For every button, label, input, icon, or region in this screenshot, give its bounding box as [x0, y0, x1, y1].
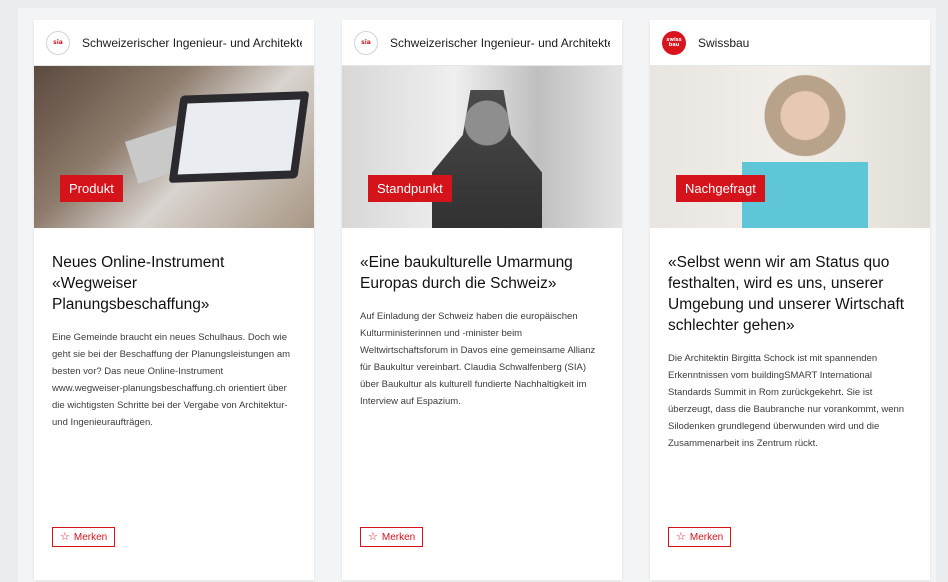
card-body: Neues Online-Instrument «Wegweiser Planu…	[34, 228, 314, 431]
card-body: «Eine baukulturelle Umarmung Europas dur…	[342, 228, 622, 410]
category-badge: Nachgefragt	[676, 175, 765, 202]
merken-button[interactable]: ☆ Merken	[52, 527, 116, 547]
article-card[interactable]: swiss bau Swissbau Nachgefragt «Selbst w…	[650, 20, 930, 580]
merken-label: Merken	[73, 531, 108, 543]
card-header: sia Schweizerischer Ingenieur- und Archi…	[342, 20, 622, 66]
card-body: «Selbst wenn wir am Status quo festhalte…	[650, 228, 930, 452]
card-source: Swissbau	[698, 35, 750, 50]
card-title[interactable]: «Selbst wenn wir am Status quo festhalte…	[668, 252, 912, 336]
merken-label: Merken	[689, 531, 724, 543]
card-source: Schweizerischer Ingenieur- und Architekt…	[390, 35, 610, 50]
merken-button[interactable]: ☆ Merken	[668, 527, 732, 547]
category-badge: Standpunkt	[368, 175, 452, 202]
person-image-shape	[432, 90, 542, 228]
article-card[interactable]: sia Schweizerischer Ingenieur- und Archi…	[342, 20, 622, 580]
person-image-shape	[742, 74, 868, 228]
card-text: Die Architektin Birgitta Schock ist mit …	[668, 353, 905, 449]
sia-logo-icon: sia	[46, 30, 70, 55]
merken-label: Merken	[381, 531, 416, 543]
star-icon: ☆	[676, 530, 686, 543]
merken-button[interactable]: ☆ Merken	[360, 527, 424, 547]
swissbau-logo-icon: swiss bau	[662, 30, 686, 55]
laptop-screen	[177, 99, 301, 175]
card-image[interactable]: Produkt	[34, 66, 314, 228]
article-card[interactable]: sia Schweizerischer Ingenieur- und Archi…	[34, 20, 314, 580]
laptop-image-shape	[168, 91, 310, 183]
card-image[interactable]: Nachgefragt	[650, 66, 930, 228]
card-header: swiss bau Swissbau	[650, 20, 930, 66]
card-source: Schweizerischer Ingenieur- und Architekt…	[82, 35, 302, 50]
star-icon: ☆	[368, 530, 378, 543]
sia-logo-icon: sia	[354, 30, 378, 55]
card-image[interactable]: Standpunkt	[342, 66, 622, 228]
card-header: sia Schweizerischer Ingenieur- und Archi…	[34, 20, 314, 66]
card-text: Eine Gemeinde braucht ein neues Schulhau…	[52, 332, 291, 428]
star-icon: ☆	[60, 530, 70, 543]
category-badge: Produkt	[60, 175, 123, 202]
card-title[interactable]: «Eine baukulturelle Umarmung Europas dur…	[360, 252, 604, 294]
card-title[interactable]: Neues Online-Instrument «Wegweiser Planu…	[52, 252, 296, 315]
card-text: Auf Einladung der Schweiz haben die euro…	[360, 311, 596, 407]
page-background: sia Schweizerischer Ingenieur- und Archi…	[0, 0, 948, 582]
